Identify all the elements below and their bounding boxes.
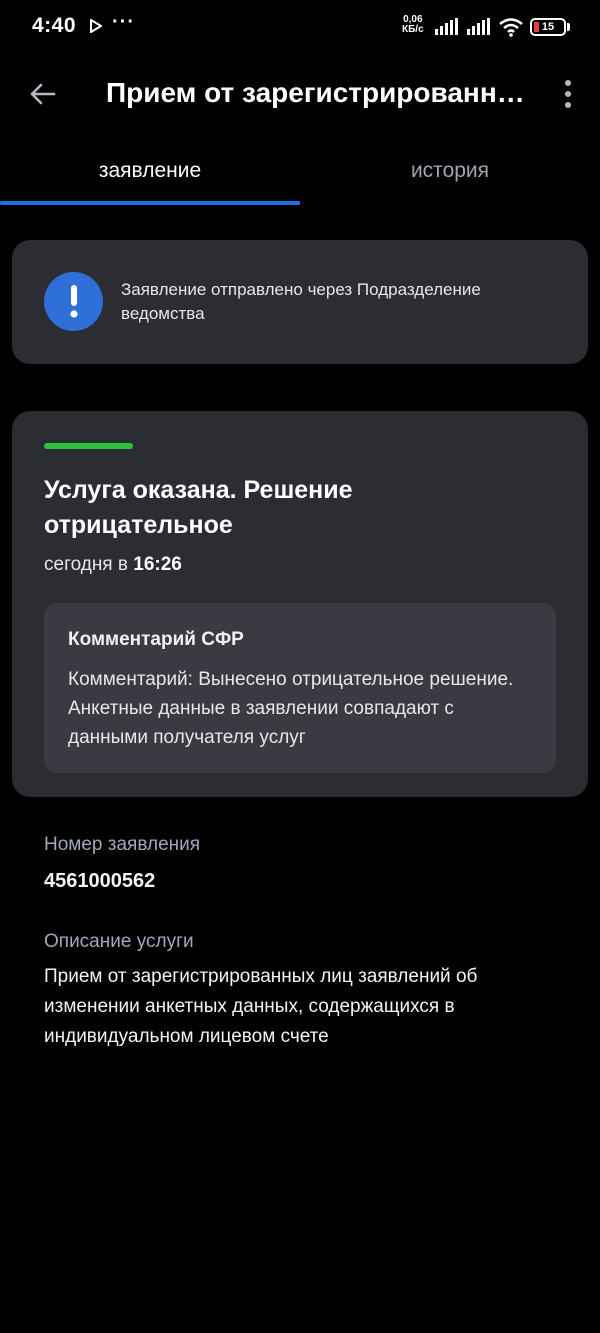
- more-options-button[interactable]: [556, 78, 580, 110]
- application-number-label: Номер заявления: [44, 834, 201, 855]
- more-vert-icon: [565, 80, 571, 86]
- tab-indicator: [0, 201, 300, 205]
- comment-text: Комментарий: Вынесено отрицательное реше…: [68, 669, 514, 748]
- network-speed: 0,06 КБ/с: [402, 14, 424, 35]
- notice-card: Заявление отправлено через Подразделение…: [12, 240, 588, 364]
- status-title: Услуга оказана. Решение отрицательное: [44, 476, 353, 539]
- comment-box: Комментарий СФР Комментарий: Вынесено от…: [44, 603, 556, 773]
- app-bar: Прием от зарегистрированн…: [0, 60, 600, 128]
- notice-text: Заявление отправлено через Подразделение…: [121, 280, 481, 323]
- exclamation-icon: [44, 272, 103, 331]
- tab-application[interactable]: заявление: [0, 140, 300, 202]
- wifi-icon: [499, 18, 523, 37]
- signal-icon: [435, 18, 458, 35]
- status-bar: 4:40 ··· 0,06 КБ/с 15: [0, 0, 600, 56]
- play-icon: [90, 19, 102, 33]
- service-description-value: Прием от зарегистрированных лиц заявлени…: [44, 966, 478, 1047]
- tab-history[interactable]: история: [300, 140, 600, 202]
- back-button[interactable]: [22, 74, 62, 114]
- application-number-value: 4561000562: [44, 870, 156, 892]
- service-description-label: Описание услуги: [44, 931, 194, 952]
- arrow-left-icon: [30, 83, 56, 105]
- status-time: сегодня в 16:26: [44, 554, 182, 575]
- status-indicator: [44, 443, 133, 449]
- more-notifications-icon: ···: [112, 11, 135, 33]
- page-title: Прием от зарегистрированн…: [106, 77, 525, 108]
- signal-icon: [467, 18, 490, 35]
- status-card: Услуга оказана. Решение отрицательное се…: [12, 411, 588, 797]
- status-time: 4:40: [32, 14, 77, 37]
- tab-bar: заявление история: [0, 140, 600, 206]
- comment-title: Комментарий СФР: [68, 629, 244, 650]
- battery-icon: 15: [530, 18, 566, 36]
- battery-level: 15: [541, 21, 555, 33]
